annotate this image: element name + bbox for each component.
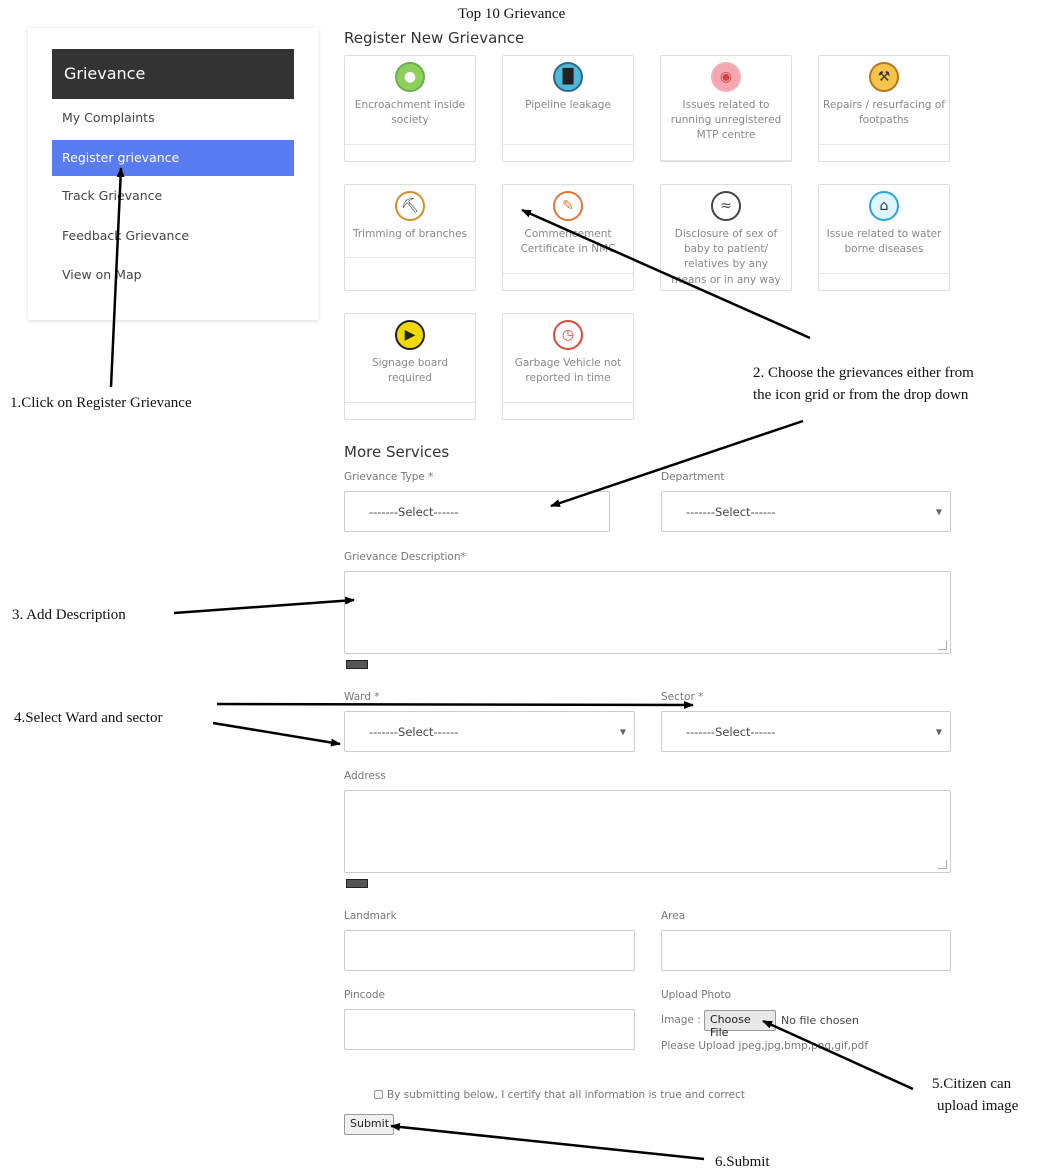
card-label: Issue related to water borne diseases — [826, 228, 942, 256]
ward-select[interactable]: -------Select------ ▼ — [344, 711, 635, 752]
card-garbage-vehicle[interactable]: ◷ Garbage Vehicle not reported in time — [502, 313, 634, 420]
card-divider — [345, 402, 475, 403]
card-sex-disclosure[interactable]: ≈ Disclosure of sex of baby to patient/ … — [660, 184, 792, 291]
sidebar-item-register-grievance[interactable]: Register grievance — [52, 140, 294, 176]
axe-icon: ⛏ — [395, 191, 425, 221]
card-signage-board[interactable]: ▶ Signage board required — [344, 313, 476, 420]
annotation-step5-line2: upload image — [937, 1098, 1019, 1114]
choose-file-button[interactable]: Choose File — [704, 1010, 776, 1039]
pipe-icon: █ — [553, 62, 583, 92]
certificate-icon: ✎ — [553, 191, 583, 221]
more-services-title: More Services — [344, 443, 450, 461]
card-divider — [819, 144, 949, 145]
address-label: Address — [344, 770, 386, 782]
certify-text: By submitting below, I certify that all … — [387, 1089, 745, 1101]
signboard-icon: ▶ — [395, 320, 425, 350]
certify-checkbox[interactable] — [374, 1090, 383, 1099]
arrow-step6 — [390, 1122, 705, 1161]
page-heading: Top 10 Grievance — [458, 6, 566, 22]
description-textarea[interactable] — [344, 571, 951, 654]
area-label: Area — [661, 910, 686, 922]
annotation-step5-line1: 5.Citizen can — [932, 1076, 1012, 1092]
card-label: Repairs / resurfacing of footpaths — [823, 99, 945, 127]
card-encroachment[interactable]: ● Encroachment inside society — [344, 55, 476, 162]
sidebar-item-track-grievance[interactable]: Track Grievance — [52, 178, 294, 214]
annotation-step6: 6.Submit — [715, 1154, 770, 1170]
upload-hint: Please Upload jpeg,jpg,bmp,png,gif,pdf — [661, 1040, 869, 1052]
description-label: Grievance Description* — [344, 551, 466, 563]
upload-photo-label: Upload Photo — [661, 989, 732, 1001]
card-divider — [503, 273, 633, 274]
sidebar: Grievance My Complaints Register grievan… — [28, 28, 318, 320]
department-value: -------Select------ — [686, 504, 776, 519]
card-commencement-certificate[interactable]: ✎ Commencement Certificate in NMC — [502, 184, 634, 291]
sidebar-item-feedback-grievance[interactable]: Feedback Grievance — [52, 218, 294, 254]
sector-value: -------Select------ — [686, 724, 776, 739]
dumbbell-icon: ● — [395, 62, 425, 92]
arrow-step4-sector — [216, 700, 694, 709]
card-label: Garbage Vehicle not reported in time — [514, 357, 622, 385]
keyboard-icon[interactable] — [346, 879, 368, 888]
card-divider — [345, 257, 475, 258]
register-title: Register New Grievance — [344, 29, 525, 47]
sector-label: Sector * — [661, 691, 704, 703]
sidebar-item-view-on-map[interactable]: View on Map — [52, 257, 294, 293]
annotation-step2-line1: 2. Choose the grievances either from — [753, 365, 974, 381]
worker-icon: ⚒ — [869, 62, 899, 92]
card-label: Trimming of branches — [352, 228, 468, 240]
card-water-borne-diseases[interactable]: ⌂ Issue related to water borne diseases — [818, 184, 950, 291]
chevron-down-icon: ▼ — [619, 727, 626, 736]
card-pipeline-leakage[interactable]: █ Pipeline leakage — [502, 55, 634, 162]
card-divider — [819, 273, 949, 274]
resize-handle-icon[interactable] — [938, 641, 947, 650]
fetus-icon: ◉ — [711, 62, 741, 92]
annotation-step1: 1.Click on Register Grievance — [10, 395, 192, 411]
area-input[interactable] — [661, 930, 951, 971]
arrow-step3 — [173, 596, 355, 615]
chevron-down-icon: ▼ — [935, 727, 942, 736]
card-divider — [661, 160, 791, 161]
grievance-type-select[interactable]: -------Select------ — [344, 491, 610, 532]
sidebar-item-my-complaints[interactable]: My Complaints — [52, 100, 294, 136]
no-file-chosen-text: No file chosen — [781, 1014, 859, 1027]
chevron-down-icon: ▼ — [935, 507, 942, 516]
annotation-step2-line2: the icon grid or from the drop down — [753, 387, 969, 403]
card-mtp-centre[interactable]: ◉ Issues related to running unregistered… — [660, 55, 792, 162]
card-divider — [503, 402, 633, 403]
grievance-type-value: -------Select------ — [369, 504, 459, 519]
keyboard-icon[interactable] — [346, 660, 368, 669]
card-label: Pipeline leakage — [525, 99, 611, 111]
flood-house-icon: ⌂ — [869, 191, 899, 221]
grievance-type-label: Grievance Type * — [344, 471, 434, 483]
ward-label: Ward * — [344, 691, 380, 703]
dna-icon: ≈ — [711, 191, 741, 221]
card-label: Commencement Certificate in NMC — [520, 228, 616, 256]
submit-button[interactable]: Submit — [344, 1114, 394, 1135]
landmark-input[interactable] — [344, 930, 635, 971]
arrow-step5 — [762, 1019, 914, 1091]
resize-handle-icon[interactable] — [938, 860, 947, 869]
card-label: Encroachment inside society — [354, 99, 466, 127]
annotation-step3: 3. Add Description — [12, 607, 126, 623]
card-divider — [503, 144, 633, 145]
sidebar-title: Grievance — [52, 49, 294, 99]
sector-select[interactable]: -------Select------ ▼ — [661, 711, 951, 752]
pincode-label: Pincode — [344, 989, 385, 1001]
image-prefix: Image : — [661, 1014, 701, 1026]
card-trimming-branches[interactable]: ⛏ Trimming of branches — [344, 184, 476, 291]
pincode-input[interactable] — [344, 1009, 635, 1050]
card-label: Disclosure of sex of baby to patient/ re… — [671, 228, 781, 286]
card-footpaths[interactable]: ⚒ Repairs / resurfacing of footpaths — [818, 55, 950, 162]
department-select[interactable]: -------Select------ ▼ — [661, 491, 951, 532]
ward-value: -------Select------ — [369, 724, 459, 739]
department-label: Department — [661, 471, 725, 483]
arrow-step4-ward — [212, 721, 341, 747]
card-divider — [345, 144, 475, 145]
annotation-step4: 4.Select Ward and sector — [14, 710, 163, 726]
address-textarea[interactable] — [344, 790, 951, 873]
card-label: Issues related to running unregistered M… — [670, 99, 782, 142]
clock-truck-icon: ◷ — [553, 320, 583, 350]
card-label: Signage board required — [371, 357, 449, 385]
landmark-label: Landmark — [344, 910, 397, 922]
